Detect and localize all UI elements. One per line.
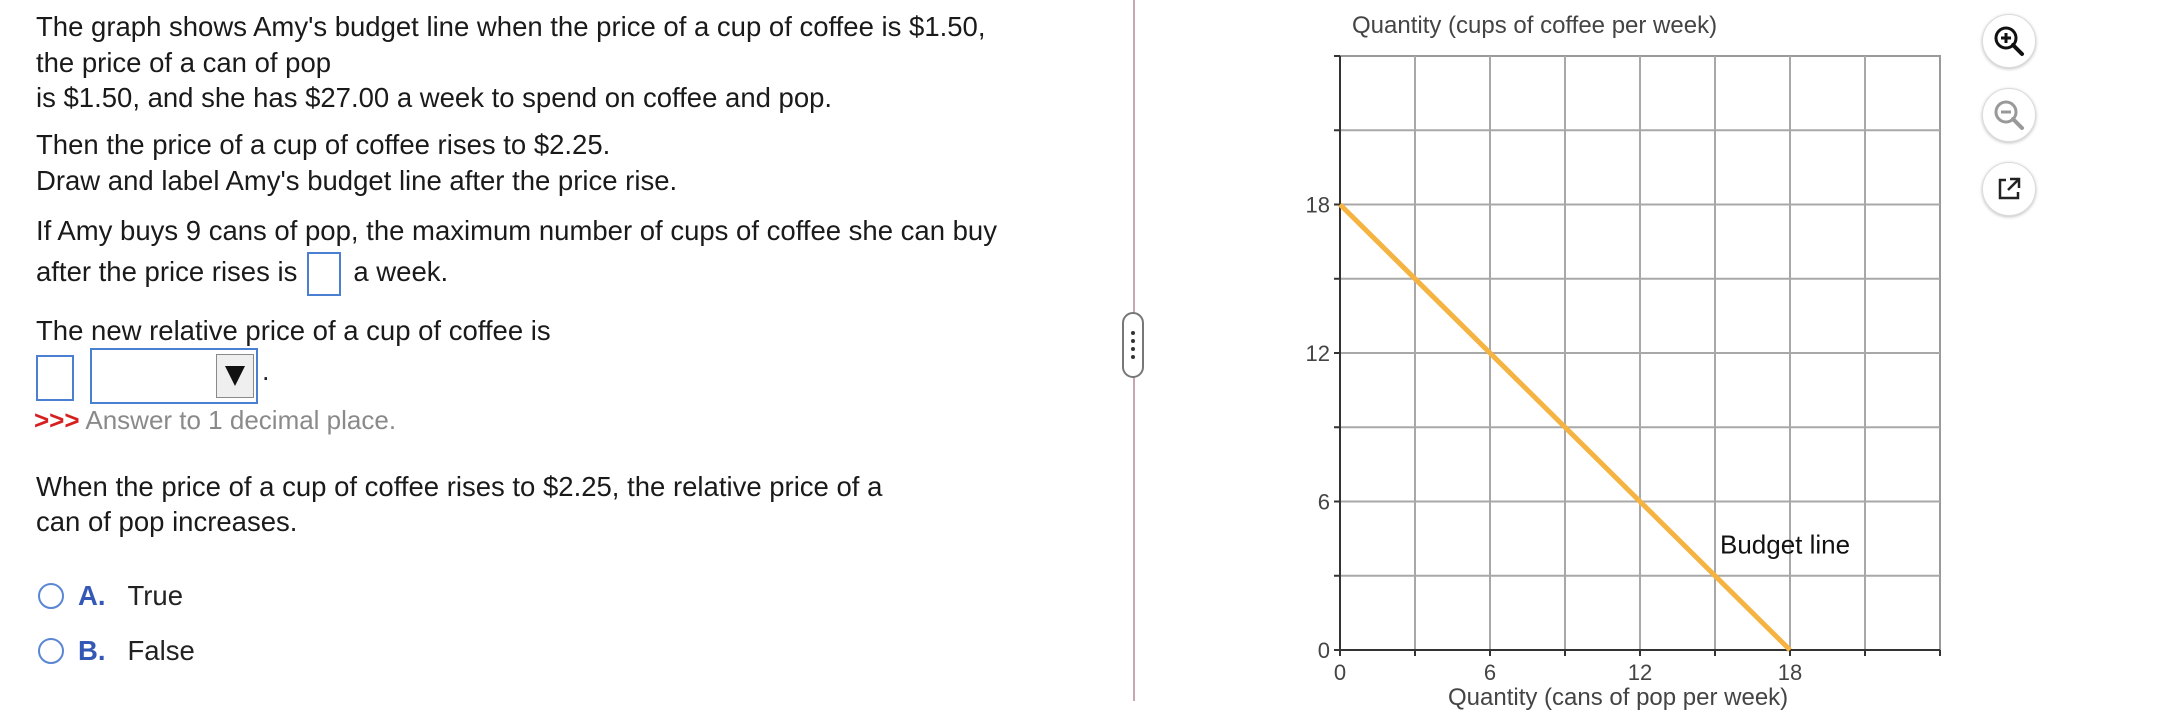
- question-text: can of pop increases.: [36, 506, 298, 537]
- choice-true[interactable]: A. True: [38, 580, 183, 612]
- question-text: Then the price of a cup of coffee rises …: [36, 129, 611, 160]
- x-tick-label: 12: [1628, 660, 1652, 685]
- y-tick-label: 0: [1318, 638, 1330, 663]
- question-pane: The graph shows Amy's budget line when t…: [0, 0, 1130, 701]
- zoom-out-icon: [1994, 100, 2024, 130]
- dropdown-arrow-button[interactable]: [216, 354, 254, 398]
- answer-hint: >>> Answer to 1 decimal place.: [34, 405, 396, 436]
- question-line-with-input: after the price rises is a week.: [36, 250, 448, 296]
- y-tick-label: 12: [1306, 341, 1330, 366]
- zoom-out-button[interactable]: [1982, 88, 2036, 142]
- radio-button[interactable]: [38, 583, 64, 609]
- question-text: is $1.50, and she has $27.00 a week to s…: [36, 82, 833, 113]
- question-text: a week.: [353, 256, 449, 287]
- zoom-in-icon: [1994, 26, 2024, 56]
- chevron-down-icon: [225, 366, 245, 386]
- relative-price-unit-dropdown[interactable]: [90, 348, 258, 404]
- hint-text: Answer to 1 decimal place.: [85, 405, 397, 435]
- choice-false[interactable]: B. False: [38, 635, 195, 667]
- divider-drag-handle[interactable]: [1122, 312, 1144, 378]
- punctuation: .: [262, 356, 270, 386]
- x-axis-label: Quantity (cans of pop per week): [1448, 684, 1789, 711]
- question-text: after the price rises is: [36, 256, 298, 287]
- radio-button[interactable]: [38, 638, 64, 664]
- y-axis-label: Quantity (cups of coffee per week): [1352, 12, 1718, 39]
- question-text: If Amy buys 9 cans of pop, the maximum n…: [36, 215, 997, 246]
- question-text: Draw and label Amy's budget line after t…: [36, 165, 678, 196]
- hint-chevrons: >>>: [34, 405, 80, 435]
- budget-graph[interactable]: 0 6 12 18 0 6 12 18 Budget line Quantity (cups o…: [1280, 0, 1980, 711]
- choice-label: False: [127, 635, 195, 666]
- y-tick-label: 6: [1318, 490, 1330, 515]
- x-tick-label: 6: [1484, 660, 1496, 685]
- question-text: the price of a can of pop: [36, 47, 332, 78]
- x-tick-label: 0: [1334, 660, 1346, 685]
- max-coffee-answer-input[interactable]: [307, 251, 342, 296]
- question-text: When the price of a cup of coffee rises …: [36, 471, 883, 502]
- relative-price-answer-input[interactable]: [36, 355, 74, 401]
- choice-label: True: [127, 580, 184, 611]
- zoom-in-button[interactable]: [1982, 14, 2036, 68]
- x-tick-label: 18: [1778, 660, 1802, 685]
- question-text: The new relative price of a cup of coffe…: [36, 315, 551, 346]
- choice-letter: B.: [78, 635, 106, 666]
- question-text: The graph shows Amy's budget line when t…: [36, 11, 986, 42]
- y-tick-label: 18: [1306, 193, 1330, 218]
- budget-line-label: Budget line: [1720, 529, 1850, 559]
- popout-button[interactable]: [1982, 162, 2036, 216]
- choice-letter: A.: [78, 580, 106, 611]
- chart-canvas[interactable]: 0 6 12 18 0 6 12 18 Budget line: [1280, 0, 1980, 701]
- popout-icon: [1998, 177, 2021, 200]
